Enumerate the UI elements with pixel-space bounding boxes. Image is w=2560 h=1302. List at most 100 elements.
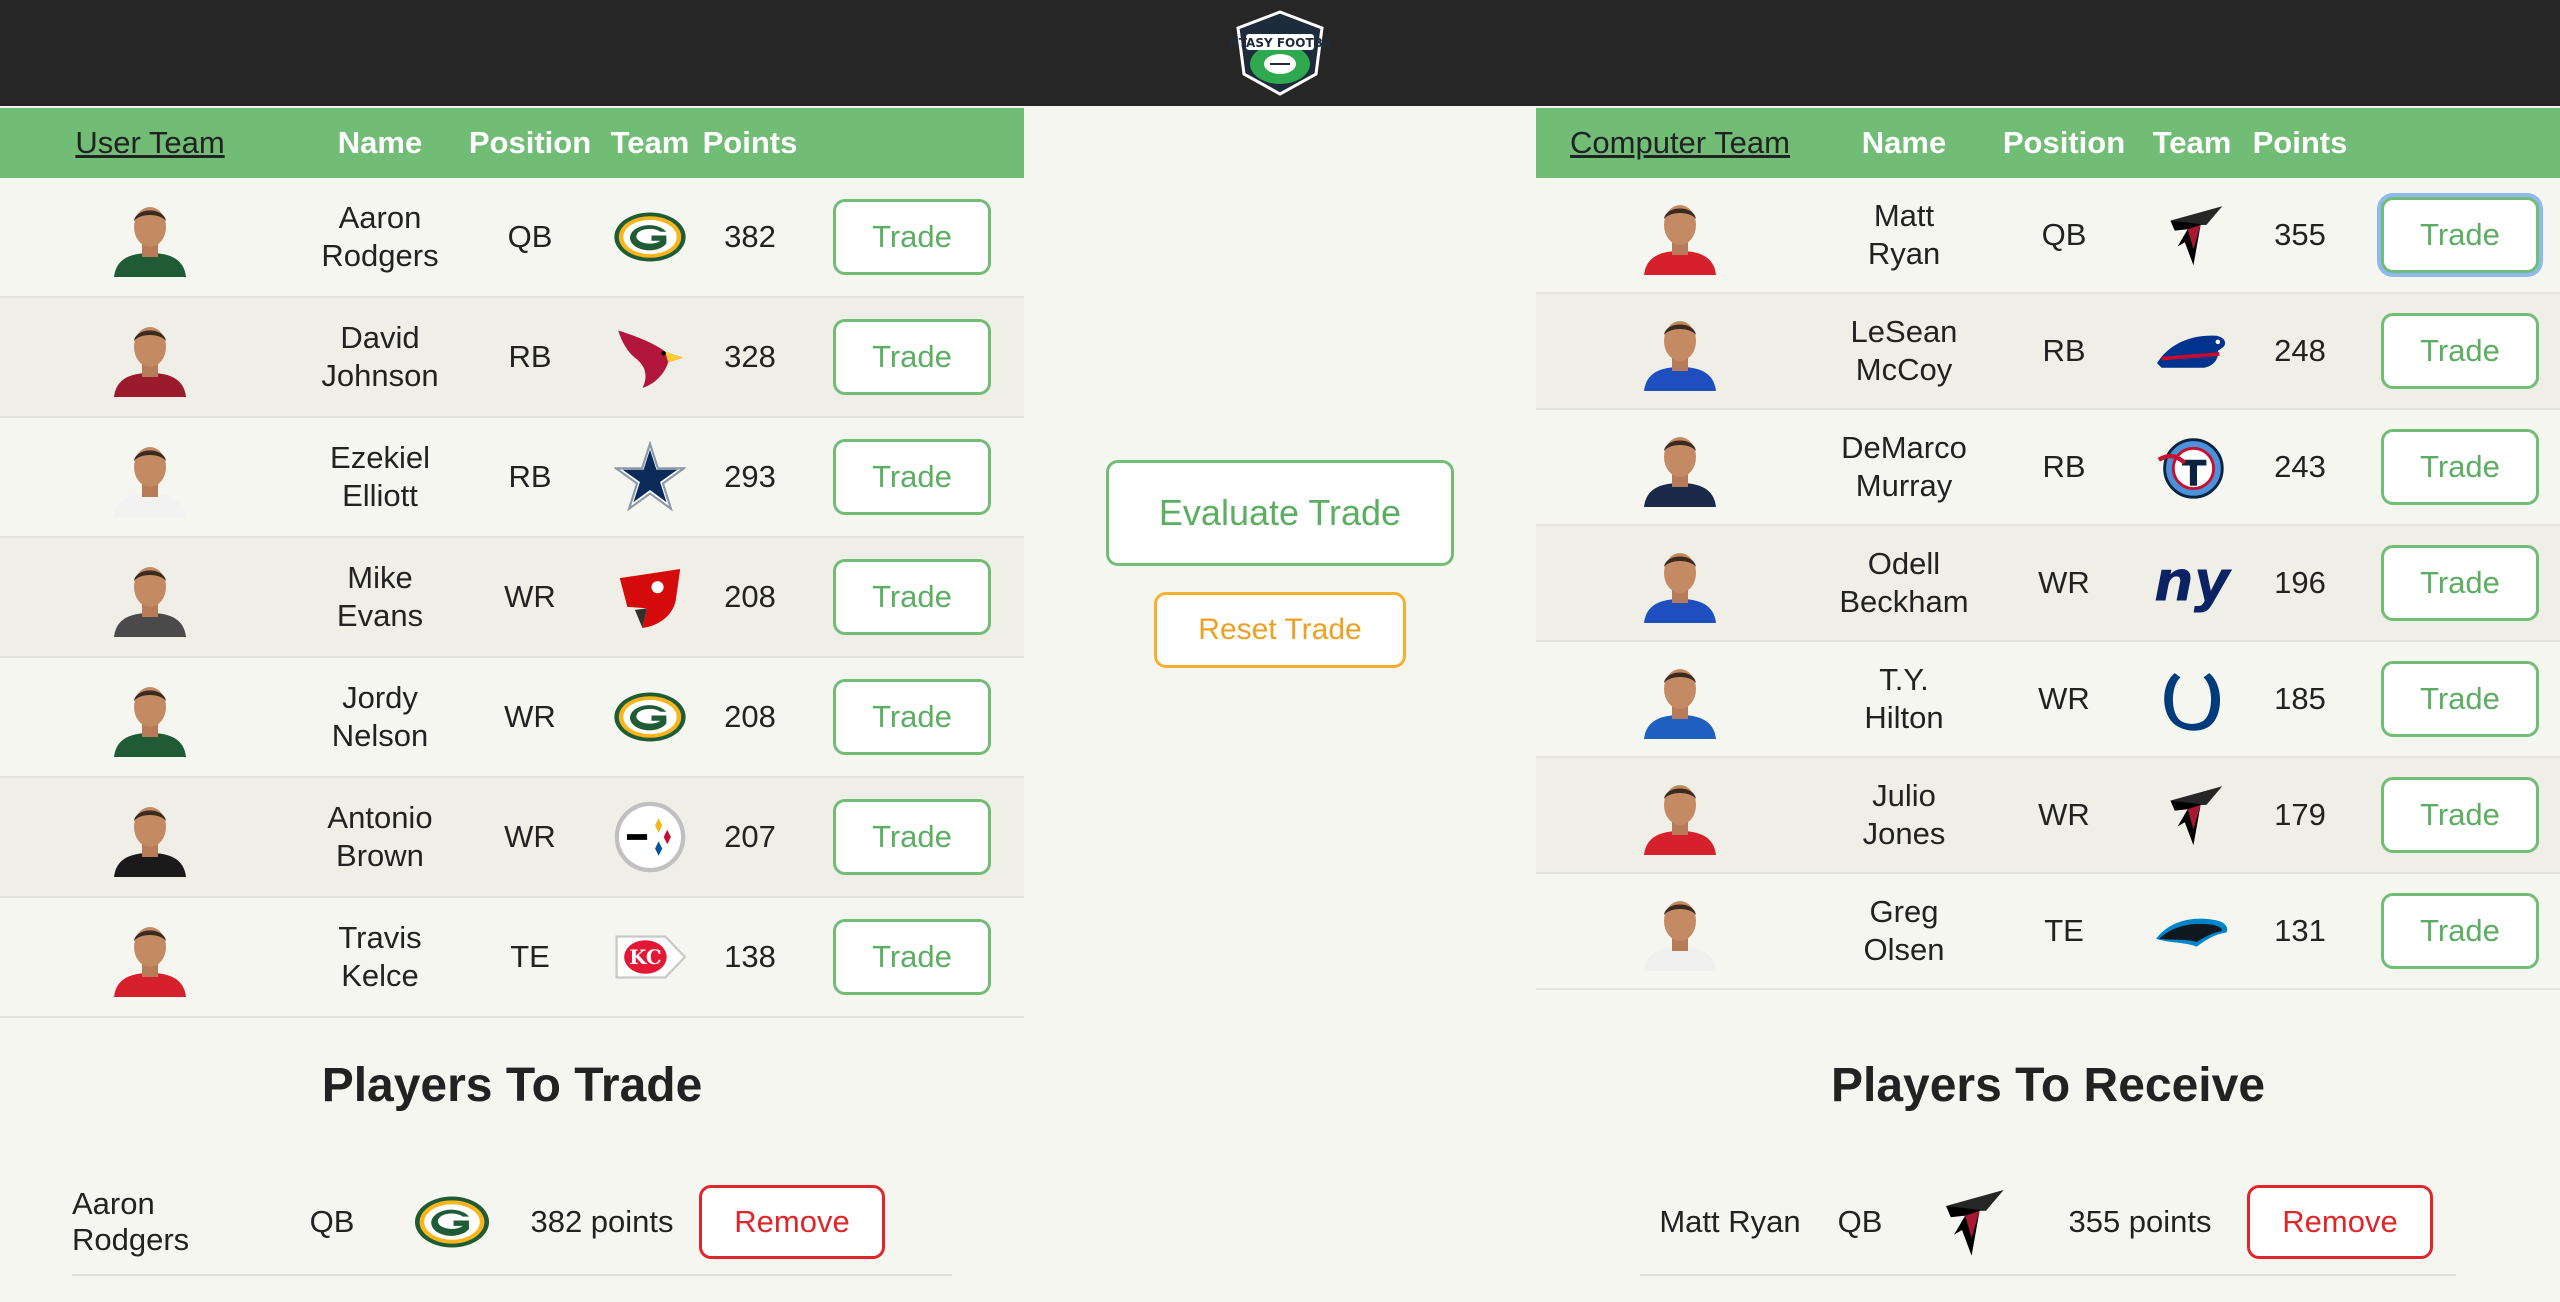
computer-team-table-header: Computer Team Name Position Team Points (1536, 108, 2560, 178)
trade-button[interactable]: Trade (2381, 661, 2539, 737)
player-points: 248 (2274, 333, 2326, 368)
receive-player-name: Matt Ryan (1659, 1204, 1801, 1239)
player-position: RB (2042, 333, 2086, 368)
player-points: 328 (724, 339, 776, 374)
reset-trade-button[interactable]: Reset Trade (1154, 592, 1406, 668)
player-avatar (0, 317, 300, 397)
top-bar: FANTASY FOOTBALL (0, 0, 2560, 106)
trade-button[interactable]: Trade (833, 919, 991, 995)
trade-button[interactable]: Trade (2381, 197, 2539, 273)
player-name: T.Y. Hilton (1864, 662, 1944, 735)
player-position: RB (508, 339, 552, 374)
packers-logo-icon (600, 211, 700, 263)
player-points: 179 (2274, 797, 2326, 832)
player-position: TE (510, 939, 550, 974)
player-position: QB (2041, 217, 2087, 252)
player-name: Mike Evans (336, 560, 424, 633)
computer-team-heading[interactable]: Computer Team (1536, 125, 1824, 161)
player-position: RB (508, 459, 552, 494)
remove-button[interactable]: Remove (699, 1185, 885, 1259)
player-position: TE (2044, 913, 2084, 948)
player-name: Odell Beckham (1839, 546, 1969, 619)
player-name: Julio Jones (1862, 778, 1946, 851)
trade-button[interactable]: Trade (833, 199, 991, 275)
player-points: 185 (2274, 681, 2326, 716)
trade-button[interactable]: Trade (833, 439, 991, 515)
player-name: DeMarco Murray (1841, 430, 1967, 503)
user-team-heading[interactable]: User Team (0, 125, 300, 161)
points-column-header: Points (2252, 125, 2348, 160)
player-avatar (1536, 311, 1824, 391)
player-points: 138 (724, 939, 776, 974)
player-points: 131 (2274, 913, 2326, 948)
colts-logo-icon (2144, 663, 2240, 735)
trade-button[interactable]: Trade (2381, 313, 2539, 389)
table-row: Greg Olsen TE 131 Trade (1536, 874, 2560, 990)
user-team-table: User Team Name Position Team Points Aaro… (0, 108, 1024, 1018)
trade-player-points: 382 points (530, 1204, 674, 1239)
table-row: David Johnson RB 328 Trade (0, 298, 1024, 418)
player-name: Travis Kelce (338, 920, 422, 993)
player-position: WR (2038, 797, 2090, 832)
player-position: RB (2042, 449, 2086, 484)
table-row: DeMarco Murray RB 243 Trade (1536, 410, 2560, 526)
cardinals-logo-icon (600, 323, 700, 391)
team-column-header: Team (610, 125, 690, 160)
trade-player-name: Aaron Rodgers (72, 1186, 190, 1257)
trade-button[interactable]: Trade (833, 559, 991, 635)
player-name: LeSean McCoy (1850, 314, 1958, 387)
cowboys-logo-icon (600, 441, 700, 513)
name-column-header: Name (1861, 125, 1947, 160)
trade-button[interactable]: Trade (833, 319, 991, 395)
trade-button[interactable]: Trade (2381, 429, 2539, 505)
position-column-header: Position (2002, 125, 2126, 160)
falcons-logo-icon (1900, 1182, 2040, 1262)
player-name: Ezekiel Elliott (330, 440, 430, 513)
player-position: WR (504, 819, 556, 854)
logo-text: FANTASY FOOTBALL (1230, 36, 1330, 50)
player-avatar (1536, 659, 1824, 739)
player-points: 208 (724, 579, 776, 614)
player-avatar (1536, 891, 1824, 971)
player-name: Greg Olsen (1863, 894, 1945, 967)
falcons-logo-icon (2144, 199, 2240, 271)
giants-logo-icon (2144, 551, 2240, 615)
player-name: Antonio Brown (327, 800, 433, 873)
player-avatar (0, 677, 300, 757)
player-position: WR (504, 699, 556, 734)
trade-button[interactable]: Trade (833, 679, 991, 755)
player-position: WR (2038, 681, 2090, 716)
evaluate-trade-button[interactable]: Evaluate Trade (1106, 460, 1454, 566)
points-column-header: Points (702, 125, 798, 160)
player-name: Aaron Rodgers (321, 200, 439, 273)
table-row: Antonio Brown WR 207 Trade (0, 778, 1024, 898)
player-avatar (1536, 543, 1824, 623)
trade-button[interactable]: Trade (2381, 893, 2539, 969)
receive-list-item: Matt Ryan QB 355 points Remove (1640, 1170, 2456, 1276)
player-avatar (1536, 195, 1824, 275)
remove-button[interactable]: Remove (2247, 1185, 2433, 1259)
table-row: Ezekiel Elliott RB 293 Trade (0, 418, 1024, 538)
player-points: 293 (724, 459, 776, 494)
player-points: 243 (2274, 449, 2326, 484)
trade-button[interactable]: Trade (833, 799, 991, 875)
trade-button[interactable]: Trade (2381, 777, 2539, 853)
player-name: Jordy Nelson (331, 680, 429, 753)
player-position: QB (507, 219, 553, 254)
computer-team-table: Computer Team Name Position Team Points … (1536, 108, 2560, 990)
fantasy-football-logo[interactable]: FANTASY FOOTBALL (1230, 8, 1330, 98)
player-avatar (0, 197, 300, 277)
player-points: 196 (2274, 565, 2326, 600)
position-column-header: Position (468, 125, 592, 160)
player-points: 355 (2274, 217, 2326, 252)
player-avatar (1536, 427, 1824, 507)
players-to-receive-title: Players To Receive (1830, 1059, 2266, 1112)
packers-logo-icon (392, 1195, 512, 1249)
table-row: Odell Beckham WR 196 Trade (1536, 526, 2560, 642)
table-row: Travis Kelce TE 138 Trade (0, 898, 1024, 1018)
table-row: Jordy Nelson WR 208 Trade (0, 658, 1024, 778)
player-name: David Johnson (321, 320, 439, 393)
trade-button[interactable]: Trade (2381, 545, 2539, 621)
player-avatar (0, 917, 300, 997)
trade-list-item: Aaron Rodgers QB 382 points Remove (72, 1170, 952, 1276)
